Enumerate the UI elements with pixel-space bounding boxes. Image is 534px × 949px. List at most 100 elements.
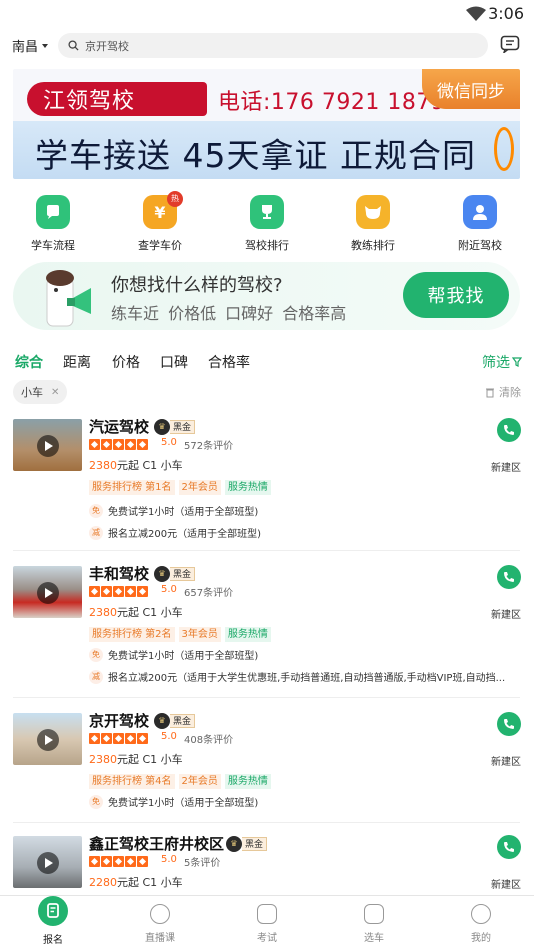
phone-call-button[interactable] bbox=[497, 565, 521, 589]
phone-call-button[interactable] bbox=[497, 418, 521, 442]
banner-decoration bbox=[494, 127, 514, 171]
quick-item-price[interactable]: ¥ 热 查学车价 bbox=[115, 191, 205, 253]
search-row: 南昌 京开驾校 bbox=[0, 28, 534, 64]
rating-score: 5.0 bbox=[161, 854, 177, 865]
divider bbox=[13, 822, 520, 823]
clear-filters-button[interactable]: 清除 bbox=[485, 384, 521, 400]
divider bbox=[13, 697, 520, 698]
banner-slogan: 学车接送 45天拿证 正规合同 bbox=[35, 136, 476, 175]
promo-line: 减 报名立减200元（适用于全部班型) bbox=[89, 525, 261, 540]
discount-icon: 减 bbox=[89, 525, 103, 540]
hot-badge: 热 bbox=[167, 191, 183, 207]
quick-item-school-rank[interactable]: 驾校排行 bbox=[222, 195, 312, 253]
promo-text: 免费试学1小时（适用于全部班型) bbox=[108, 798, 259, 809]
free-trial-icon: 免 bbox=[89, 647, 103, 662]
tab-pass-rate[interactable]: 合格率 bbox=[208, 352, 250, 372]
banner-phone: 电话:176 7921 1879 bbox=[218, 90, 446, 115]
price-line: 2380元起 C1 小车 bbox=[89, 457, 183, 473]
member-level: 黑金 bbox=[170, 714, 196, 728]
signup-icon bbox=[38, 896, 68, 926]
rank-tag: 服务排行榜 第1名 bbox=[89, 480, 175, 495]
play-icon bbox=[37, 852, 59, 874]
banner-school-name: 江领驾校 bbox=[27, 82, 207, 116]
tab-distance[interactable]: 距离 bbox=[63, 352, 91, 372]
quick-item-nearby[interactable]: 附近驾校 bbox=[435, 195, 525, 253]
phone-call-button[interactable] bbox=[497, 835, 521, 859]
promo-line: 免 免费试学1小时（适用于全部班型) bbox=[89, 503, 258, 518]
nav-signup[interactable]: 报名 bbox=[0, 896, 106, 949]
divider bbox=[13, 550, 520, 551]
price-suffix: 元起 C1 小车 bbox=[117, 753, 183, 766]
tab-comprehensive[interactable]: 综合 bbox=[15, 352, 43, 372]
search-placeholder: 京开驾校 bbox=[85, 39, 129, 53]
quick-label: 查学车价 bbox=[138, 239, 182, 252]
price-suffix: 元起 C1 小车 bbox=[117, 459, 183, 472]
play-icon bbox=[37, 729, 59, 751]
nav-mine[interactable]: 我的 bbox=[428, 896, 534, 949]
school-video-thumbnail[interactable] bbox=[13, 419, 82, 471]
nav-exam[interactable]: 考试 bbox=[214, 896, 320, 949]
price-value: 2380 bbox=[89, 606, 117, 619]
coach-face-icon bbox=[356, 195, 390, 229]
quick-item-process[interactable]: 学车流程 bbox=[8, 195, 98, 253]
price-value: 2380 bbox=[89, 753, 117, 766]
yen-coin-icon: ¥ 热 bbox=[143, 191, 183, 229]
review-count: 657条评价 bbox=[184, 588, 234, 599]
quick-item-coach-rank[interactable]: 教练排行 bbox=[328, 195, 418, 253]
nav-label: 直播课 bbox=[145, 933, 175, 944]
school-video-thumbnail[interactable] bbox=[13, 566, 82, 618]
city-selector[interactable]: 南昌 bbox=[12, 36, 49, 55]
status-time: 3:06 bbox=[488, 4, 524, 23]
school-video-thumbnail[interactable] bbox=[13, 836, 82, 888]
close-icon[interactable]: ✕ bbox=[51, 387, 59, 398]
tab-reputation[interactable]: 口碑 bbox=[160, 352, 188, 372]
price-value: 2380 bbox=[89, 459, 117, 472]
tab-price[interactable]: 价格 bbox=[112, 352, 140, 372]
nav-choose-car[interactable]: 选车 bbox=[321, 896, 427, 949]
finder-tags: 练车近 价格低 口碑好 合格率高 bbox=[111, 304, 347, 323]
price-line: 2380元起 C1 小车 bbox=[89, 751, 183, 767]
school-district: 新建区 bbox=[491, 463, 521, 474]
school-name: 京开驾校 bbox=[89, 712, 150, 730]
promo-banner[interactable]: 江领驾校 电话:176 7921 1879 微信同步 学车接送 45天拿证 正规… bbox=[13, 69, 520, 179]
review-count: 5条评价 bbox=[184, 858, 221, 869]
help-me-find-button[interactable]: 帮我找 bbox=[403, 272, 509, 318]
person-location-icon bbox=[463, 195, 497, 229]
nav-live-class[interactable]: 直播课 bbox=[107, 896, 213, 949]
school-district: 新建区 bbox=[491, 880, 521, 891]
review-count: 572条评价 bbox=[184, 441, 234, 452]
member-level: 黑金 bbox=[170, 420, 196, 434]
status-bar: 3:06 bbox=[0, 0, 534, 28]
discount-icon: 减 bbox=[89, 669, 103, 684]
message-icon[interactable] bbox=[500, 35, 520, 53]
nav-label: 考试 bbox=[257, 933, 277, 944]
filter-chip-car[interactable]: 小车 ✕ bbox=[13, 380, 68, 404]
member-badge: ♛ 黑金 bbox=[154, 419, 196, 435]
quick-label: 驾校排行 bbox=[245, 239, 289, 252]
crown-icon: ♛ bbox=[154, 713, 170, 729]
chip-label: 小车 bbox=[21, 386, 43, 399]
clear-label: 清除 bbox=[499, 386, 521, 399]
quick-entries: 学车流程 ¥ 热 查学车价 驾校排行 教练排行 附近驾校 bbox=[0, 191, 534, 257]
rating-stars bbox=[89, 439, 148, 451]
member-badge: ♛ 黑金 bbox=[154, 566, 196, 582]
phone-call-button[interactable] bbox=[497, 712, 521, 736]
rating-score: 5.0 bbox=[161, 731, 177, 742]
phone-icon bbox=[504, 425, 514, 435]
price-suffix: 元起 C1 小车 bbox=[117, 606, 183, 619]
app-screen: 3:06 南昌 京开驾校 江领驾校 电话:176 7921 1879 微信同步 … bbox=[0, 0, 534, 949]
review-count: 408条评价 bbox=[184, 735, 234, 746]
price-line: 2380元起 C1 小车 bbox=[89, 604, 183, 620]
search-input[interactable]: 京开驾校 bbox=[58, 33, 488, 58]
crown-icon: ♛ bbox=[226, 836, 242, 852]
sort-tabs: 综合 距离 价格 口碑 合格率 筛选 bbox=[0, 350, 534, 374]
crown-icon: ♛ bbox=[154, 419, 170, 435]
school-finder-card[interactable]: 你想找什么样的驾校? 练车近 价格低 口碑好 合格率高 帮我找 bbox=[13, 262, 520, 330]
member-years-tag: 2年会员 bbox=[178, 774, 221, 789]
phone-icon bbox=[504, 842, 514, 852]
car-icon bbox=[364, 904, 384, 924]
filter-button[interactable]: 筛选 bbox=[482, 352, 522, 372]
school-name: 鑫正驾校王府井校区 bbox=[89, 835, 225, 853]
school-name: 丰和驾校 bbox=[89, 565, 150, 583]
school-video-thumbnail[interactable] bbox=[13, 713, 82, 765]
